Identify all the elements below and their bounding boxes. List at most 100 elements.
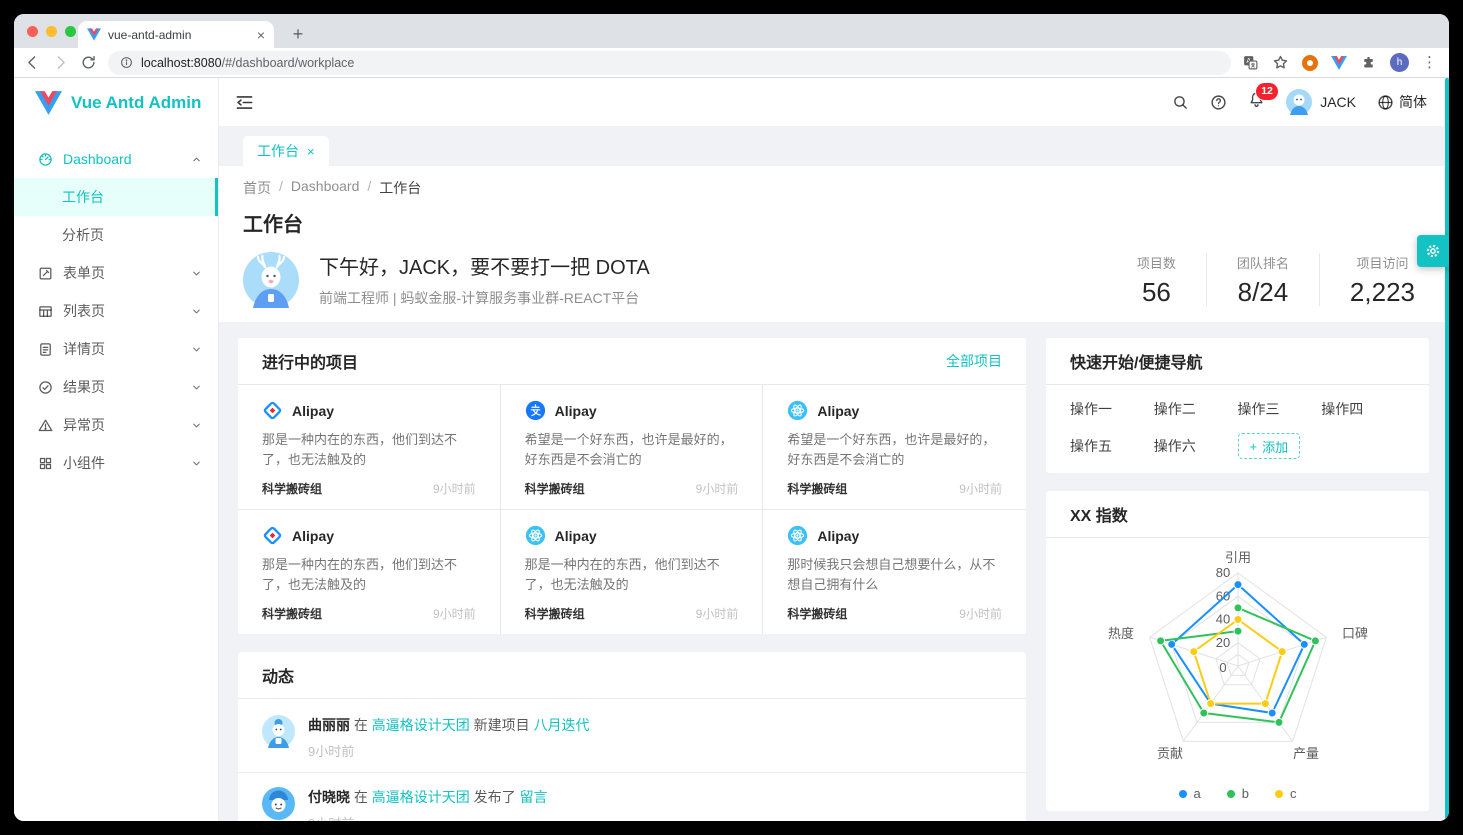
project-name: Alipay (555, 528, 597, 544)
project-card[interactable]: Alipay那是一种内在的东西，他们到达不了，也无法触及的科学搬砖组9小时前 (501, 510, 764, 634)
close-window-button[interactable] (27, 26, 38, 37)
tab-close-icon[interactable]: × (257, 28, 265, 42)
quick-op-link[interactable]: 操作四 (1321, 399, 1405, 419)
sidebar-item-label: 表单页 (63, 263, 105, 283)
page-tab-label: 工作台 (257, 141, 299, 161)
toolbar-extensions: A h ⋮ (1242, 53, 1439, 72)
quick-op-link[interactable]: 操作六 (1154, 436, 1238, 456)
sidebar-item-label: 异常页 (63, 415, 105, 435)
activity-link[interactable]: 高逼格设计天团 (372, 717, 470, 733)
add-operation-label: 添加 (1262, 437, 1288, 456)
radar-point-c (1190, 648, 1198, 656)
help-icon[interactable] (1210, 94, 1227, 111)
sidebar-subitem-工作台[interactable]: 工作台 (14, 178, 218, 216)
sidebar-item-group-6[interactable]: 小组件 (14, 444, 218, 482)
legend-item-c[interactable]: c (1275, 786, 1297, 801)
sidebar-subitem-分析页[interactable]: 分析页 (14, 216, 218, 254)
sidebar-item-group-1[interactable]: 表单页 (14, 254, 218, 292)
forward-icon[interactable] (52, 54, 69, 71)
project-updated-time: 9小时前 (433, 480, 476, 497)
project-card[interactable]: Alipay那时候我只会想自己想要什么，从不想自己拥有什么科学搬砖组9小时前 (763, 510, 1026, 634)
activity-link[interactable]: 高逼格设计天团 (372, 789, 470, 805)
page-tab-工作台[interactable]: 工作台 × (243, 136, 329, 166)
extensions-puzzle-icon[interactable] (1360, 54, 1377, 71)
project-group-link[interactable]: 科学搬砖组 (525, 480, 585, 497)
project-card[interactable]: Alipay希望是一个好东西，也许是最好的，好东西是不会消亡的科学搬砖组9小时前 (763, 385, 1026, 510)
activity-link[interactable]: 留言 (520, 789, 548, 805)
vue-favicon-icon (87, 28, 101, 41)
all-projects-link[interactable]: 全部项目 (946, 351, 1002, 371)
new-tab-button[interactable]: + (286, 22, 310, 46)
user-menu[interactable]: JACK (1286, 89, 1356, 115)
project-name-row: Alipay (262, 400, 476, 421)
quick-op-link[interactable]: 操作一 (1070, 399, 1154, 419)
bookmark-star-icon[interactable] (1272, 54, 1289, 71)
notification-bell[interactable]: 12 (1248, 91, 1265, 113)
browser-menu-icon[interactable]: ⋮ (1422, 55, 1437, 70)
radar-point-c (1234, 616, 1242, 624)
legend-item-b[interactable]: b (1227, 786, 1249, 801)
dashboard-icon (38, 152, 53, 167)
project-name: Alipay (292, 403, 334, 419)
sidebar-item-dashboard[interactable]: Dashboard (14, 140, 218, 178)
page-tab-close-icon[interactable]: × (307, 145, 315, 158)
quick-op-link[interactable]: 操作二 (1154, 399, 1238, 419)
radar-tick-label: 60 (1216, 588, 1230, 603)
breadcrumb-item-Dashboard[interactable]: Dashboard (291, 178, 360, 198)
sidebar-item-label: 详情页 (63, 339, 105, 359)
project-group-link[interactable]: 科学搬砖组 (262, 480, 322, 497)
quick-op-link[interactable]: 操作三 (1238, 399, 1322, 419)
search-icon[interactable] (1172, 94, 1189, 111)
project-card[interactable]: Alipay那是一种内在的东西，他们到达不了，也无法触及的科学搬砖组9小时前 (238, 510, 501, 634)
sidebar-item-group-2[interactable]: 列表页 (14, 292, 218, 330)
site-info-icon[interactable] (120, 56, 133, 69)
activity-text-segment: 在 (350, 789, 372, 805)
legend-dot-icon (1179, 790, 1187, 798)
browser-tab-strip: vue-antd-admin × + (14, 14, 1449, 48)
add-operation-button[interactable]: + 添加 (1238, 433, 1301, 459)
project-card[interactable]: Alipay那是一种内在的东西，他们到达不了，也无法触及的科学搬砖组9小时前 (238, 385, 501, 510)
project-name-row: Alipay (787, 400, 1002, 421)
activity-link[interactable]: 八月迭代 (534, 717, 590, 733)
reload-icon[interactable] (80, 54, 97, 71)
language-switcher[interactable]: 简体 (1377, 92, 1427, 112)
breadcrumb-separator: / (367, 178, 371, 198)
project-group-link[interactable]: 科学搬砖组 (787, 605, 847, 622)
extension-orange-icon[interactable] (1302, 55, 1318, 71)
back-icon[interactable] (24, 54, 41, 71)
translate-icon[interactable]: A (1242, 54, 1259, 71)
deer-avatar (243, 252, 299, 308)
theme-settings-button[interactable] (1417, 235, 1449, 267)
project-group-link[interactable]: 科学搬砖组 (787, 480, 847, 497)
url-text: localhost:8080/#/dashboard/workplace (141, 56, 354, 70)
welcome-block: 下午好，JACK，要不要打一把 DOTA 前端工程师 | 蚂蚁金服-计算服务事业… (243, 251, 1425, 308)
legend-item-a[interactable]: a (1179, 786, 1201, 801)
vue-logo-icon (35, 91, 62, 115)
sidebar-item-group-4[interactable]: 结果页 (14, 368, 218, 406)
quick-op-link[interactable]: 操作五 (1070, 436, 1154, 456)
maximize-window-button[interactable] (65, 26, 76, 37)
plus-icon: + (1250, 439, 1258, 454)
sidebar-menu: Dashboard工作台分析页表单页列表页详情页结果页异常页小组件 (14, 128, 218, 482)
browser-tab[interactable]: vue-antd-admin × (78, 21, 274, 48)
browser-profile-avatar[interactable]: h (1390, 53, 1409, 72)
sidebar-item-group-5[interactable]: 异常页 (14, 406, 218, 444)
project-footer: 科学搬砖组9小时前 (787, 605, 1002, 622)
welcome-greeting: 下午好，JACK，要不要打一把 DOTA (319, 251, 650, 280)
project-group-link[interactable]: 科学搬砖组 (525, 605, 585, 622)
project-card[interactable]: Alipay希望是一个好东西，也许是最好的，好东西是不会消亡的科学搬砖组9小时前 (501, 385, 764, 510)
browser-window: vue-antd-admin × + localhost:8080/#/dash… (14, 14, 1449, 821)
breadcrumb-item-首页[interactable]: 首页 (243, 178, 271, 198)
girl-avatar (262, 715, 295, 748)
address-bar[interactable]: localhost:8080/#/dashboard/workplace (108, 51, 1231, 75)
sidebar-item-group-3[interactable]: 详情页 (14, 330, 218, 368)
vue-devtools-icon[interactable] (1331, 56, 1347, 70)
stats-block: 项目数56团队排名8/24项目访问2,223 (1107, 253, 1425, 307)
scrollbar-thumb[interactable] (1445, 78, 1449, 819)
radar-point-c (1261, 700, 1269, 708)
project-name-row: Alipay (525, 525, 739, 546)
project-group-link[interactable]: 科学搬砖组 (262, 605, 322, 622)
minimize-window-button[interactable] (46, 26, 57, 37)
url-host: localhost:8080 (141, 56, 222, 70)
menu-fold-icon[interactable] (235, 93, 254, 112)
